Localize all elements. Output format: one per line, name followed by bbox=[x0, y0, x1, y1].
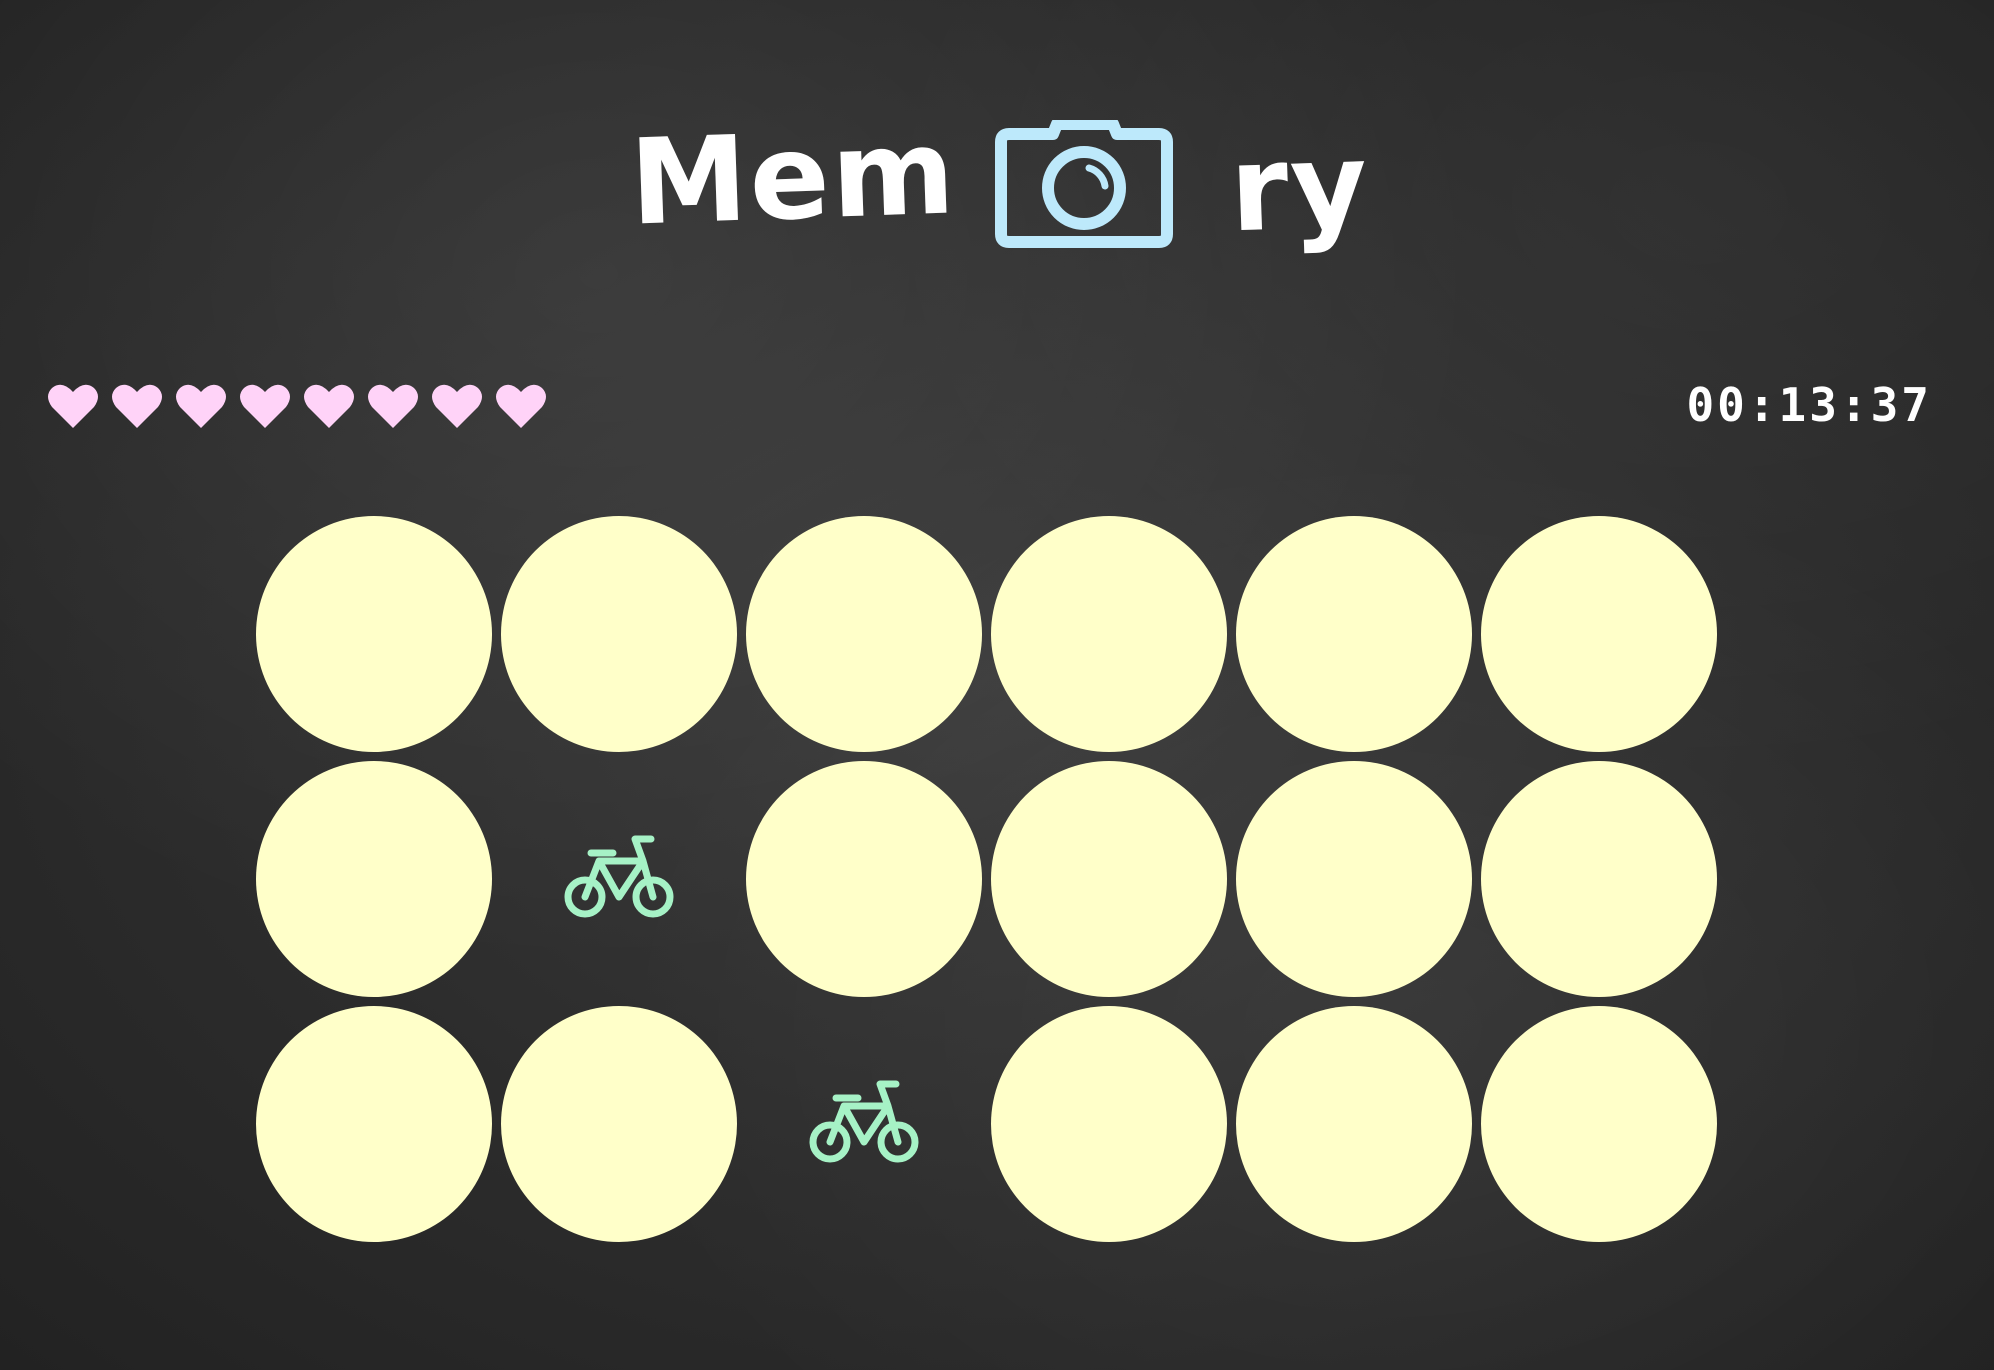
memory-card[interactable] bbox=[1236, 516, 1472, 752]
game-title: Mem ry bbox=[627, 102, 1372, 280]
memory-card[interactable] bbox=[991, 761, 1227, 997]
heart-icon bbox=[112, 384, 162, 428]
lives-indicator bbox=[46, 380, 558, 440]
memory-card[interactable] bbox=[1236, 1006, 1472, 1242]
heart-icon bbox=[496, 384, 546, 428]
heart-icon bbox=[240, 384, 290, 428]
bicycle-icon bbox=[809, 1080, 919, 1163]
memory-card[interactable] bbox=[991, 1006, 1227, 1242]
heart-icon bbox=[304, 384, 354, 428]
memory-card[interactable] bbox=[501, 516, 737, 752]
title-suffix: ry bbox=[1227, 115, 1372, 259]
card-grid bbox=[256, 516, 1718, 1248]
memory-card[interactable] bbox=[501, 761, 737, 997]
heart-icon bbox=[48, 384, 98, 428]
memory-card[interactable] bbox=[1481, 1006, 1717, 1242]
bicycle-icon bbox=[564, 835, 674, 918]
memory-card[interactable] bbox=[1236, 761, 1472, 997]
memory-card[interactable] bbox=[1481, 516, 1717, 752]
memory-card[interactable] bbox=[501, 1006, 737, 1242]
heart-icon bbox=[368, 384, 418, 428]
timer: 00:13:37 bbox=[1686, 378, 1932, 432]
memory-card[interactable] bbox=[256, 761, 492, 997]
heart-icon bbox=[176, 384, 226, 428]
memory-card[interactable] bbox=[1481, 761, 1717, 997]
memory-card[interactable] bbox=[746, 516, 982, 752]
memory-card[interactable] bbox=[746, 1006, 982, 1242]
title-prefix: Mem bbox=[627, 102, 959, 252]
camera-icon bbox=[995, 120, 1173, 248]
memory-card[interactable] bbox=[746, 761, 982, 997]
memory-card[interactable] bbox=[991, 516, 1227, 752]
memory-card[interactable] bbox=[256, 516, 492, 752]
memory-card[interactable] bbox=[256, 1006, 492, 1242]
heart-icon bbox=[432, 384, 482, 428]
